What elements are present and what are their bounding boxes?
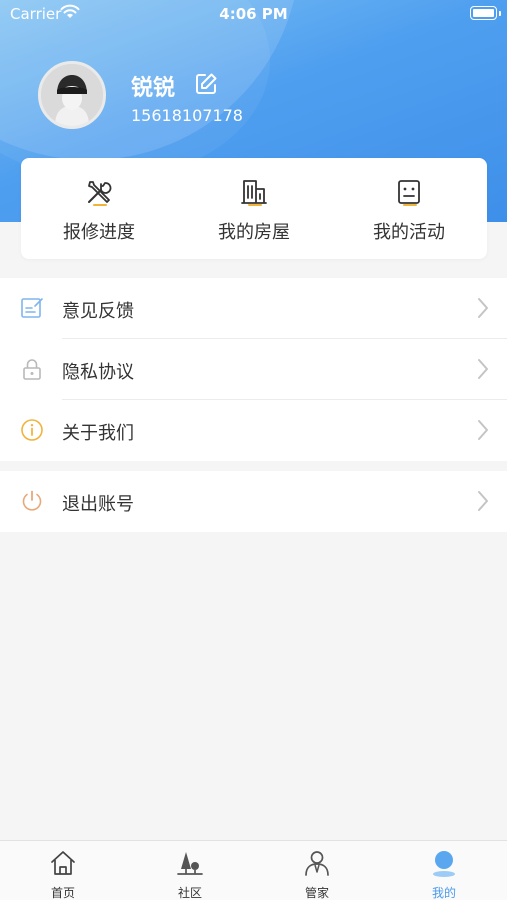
tab-community[interactable]: 社区 <box>127 841 253 900</box>
battery-tip <box>499 11 501 16</box>
tab-home[interactable]: 首页 <box>0 841 126 900</box>
chevron-right-icon <box>477 419 489 445</box>
chevron-right-icon <box>477 490 489 516</box>
profile-icon <box>430 849 458 877</box>
tab-label: 首页 <box>50 886 75 900</box>
logout-label: 退出账号 <box>62 494 134 515</box>
power-icon <box>20 489 44 513</box>
quick-action-repair-progress[interactable]: 报修进度 <box>21 158 177 259</box>
tab-butler[interactable]: 管家 <box>254 841 380 900</box>
chevron-right-icon <box>477 358 489 384</box>
bottom-tab-bar: 首页 社区 管家 我的 <box>0 840 507 900</box>
status-bar: Carrier 4:06 PM <box>0 0 507 28</box>
info-icon <box>20 418 44 442</box>
tab-label: 社区 <box>177 886 202 900</box>
building-icon <box>239 177 269 207</box>
edit-icon[interactable] <box>194 72 218 100</box>
quick-action-my-house[interactable]: 我的房屋 <box>176 158 332 259</box>
user-name: 锐锐 <box>131 76 176 101</box>
quick-action-label: 报修进度 <box>63 222 135 243</box>
quick-action-label: 我的活动 <box>373 222 445 243</box>
home-icon <box>49 849 77 877</box>
tab-label: 管家 <box>304 886 329 900</box>
menu-item-label: 意见反馈 <box>62 301 134 322</box>
user-phone: 15618107178 <box>131 106 243 125</box>
menu-item-about-us[interactable]: 关于我们 <box>0 400 507 461</box>
quick-actions-card: 报修进度 我的房屋 我的活动 <box>21 158 487 259</box>
lock-icon <box>20 357 44 381</box>
butler-icon <box>303 849 331 877</box>
quick-action-label: 我的房屋 <box>218 222 290 243</box>
activity-board-icon <box>394 177 424 207</box>
repair-tools-icon <box>84 177 114 207</box>
logout-button[interactable]: 退出账号 <box>0 471 507 532</box>
community-icon <box>176 849 204 877</box>
logout-section: 退出账号 <box>0 471 507 532</box>
clock: 4:06 PM <box>219 5 288 23</box>
menu-item-label: 隐私协议 <box>62 362 134 383</box>
chevron-right-icon <box>477 297 489 323</box>
menu-item-privacy[interactable]: 隐私协议 <box>0 339 507 400</box>
menu-item-feedback[interactable]: 意见反馈 <box>0 278 507 339</box>
settings-list: 意见反馈 隐私协议 关于我们 <box>0 278 507 461</box>
tab-profile[interactable]: 我的 <box>381 841 507 900</box>
menu-item-label: 关于我们 <box>62 423 134 444</box>
feedback-icon <box>20 296 44 320</box>
battery-icon <box>470 6 497 20</box>
tab-label: 我的 <box>431 886 456 900</box>
avatar[interactable] <box>38 61 106 129</box>
quick-action-my-activities[interactable]: 我的活动 <box>331 158 487 259</box>
